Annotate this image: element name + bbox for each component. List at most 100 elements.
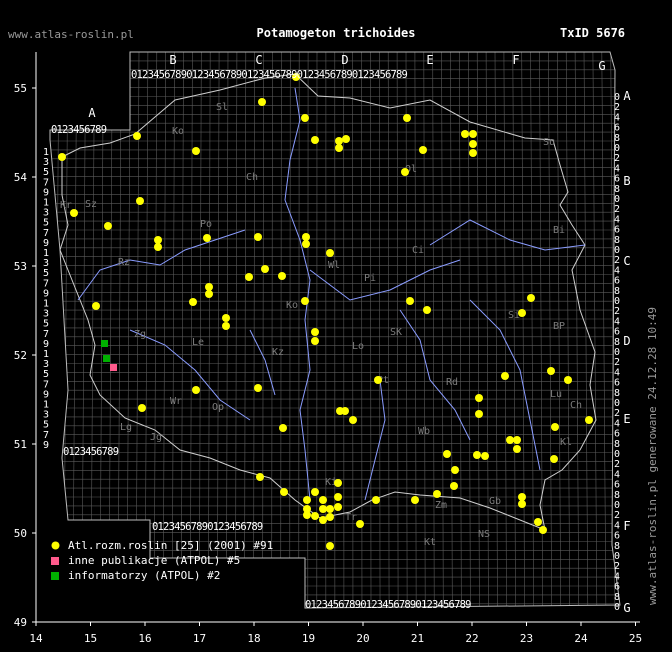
occurrence-dot — [475, 394, 483, 402]
occurrence-dot — [58, 153, 66, 161]
occurrence-dot — [303, 496, 311, 504]
occurrence-dot — [222, 322, 230, 330]
region-label: Ko — [172, 126, 184, 137]
atpol-row-letter: E — [623, 412, 630, 426]
publication-square — [110, 364, 117, 371]
occurrence-dot — [92, 302, 100, 310]
occurrence-dot — [319, 516, 327, 524]
occurrence-dot — [192, 386, 200, 394]
legend-item-publications: inne publikacje (ATPOL) #5 — [48, 553, 273, 568]
y-tick-label: 55 — [14, 82, 27, 95]
occurrence-dot — [203, 234, 211, 242]
occurrence-dot — [475, 410, 483, 418]
occurrence-dot — [189, 298, 197, 306]
occurrence-dot — [349, 416, 357, 424]
occurrence-dot — [461, 130, 469, 138]
atpol-column-letter: D — [341, 53, 348, 67]
atpol-row-letter: F — [623, 519, 630, 533]
occurrence-dot — [311, 488, 319, 496]
region-label: Sl — [216, 102, 228, 113]
region-label: Su — [543, 137, 555, 148]
region-label: Op — [212, 402, 224, 413]
x-tick-label: 15 — [84, 632, 97, 645]
region-label: Wr — [170, 396, 182, 407]
region-label: Bi — [553, 225, 565, 236]
occurrence-dot — [534, 518, 542, 526]
region-label: Zm — [435, 500, 447, 511]
occurrence-dot — [469, 149, 477, 157]
occurrence-dot — [372, 496, 380, 504]
occurrence-dot — [550, 455, 558, 463]
occurrence-dot — [469, 130, 477, 138]
occurrence-dot — [356, 520, 364, 528]
occurrence-dot — [419, 146, 427, 154]
x-tick-label: 14 — [29, 632, 43, 645]
y-tick-label: 50 — [14, 527, 27, 540]
grid-digits-bottom-c: 012345678901234567890123456789 — [305, 599, 471, 611]
region-label: Pi — [364, 273, 376, 284]
occurrence-dot — [341, 407, 349, 415]
occurrence-dot — [303, 511, 311, 519]
region-label: Zg — [134, 329, 146, 340]
x-tick-label: 23 — [520, 632, 533, 645]
region-label: Jg — [150, 432, 162, 443]
atpol-column-letter: F — [512, 53, 519, 67]
y-tick-label: 53 — [14, 260, 27, 273]
legend-item-literature: Atl.rozm.roslin [25] (2001) #91 — [48, 538, 273, 553]
occurrence-dot — [326, 542, 334, 550]
river-line — [129, 329, 251, 421]
y-tick-label: 52 — [14, 349, 27, 362]
x-tick-label: 24 — [574, 632, 588, 645]
occurrence-dot — [481, 452, 489, 460]
occurrence-dot — [473, 451, 481, 459]
x-tick-label: 25 — [629, 632, 642, 645]
legend-label: Atl.rozm.roslin [25] (2001) #91 — [68, 539, 274, 552]
occurrence-dot — [311, 512, 319, 520]
occurrence-dot — [319, 505, 327, 513]
occurrence-dot — [222, 314, 230, 322]
region-label: Kz — [272, 347, 284, 358]
occurrence-dot — [311, 337, 319, 345]
yellow-dot-icon — [48, 541, 62, 550]
occurrence-dot — [154, 236, 162, 244]
occurrence-dot — [254, 233, 262, 241]
region-label: Po — [200, 219, 212, 230]
region-label: Rd — [446, 377, 458, 388]
x-tick-label: 22 — [465, 632, 478, 645]
occurrence-dot — [506, 436, 514, 444]
pink-square-icon — [48, 556, 62, 565]
atpol-column-letter: E — [426, 53, 433, 67]
occurrence-dot — [335, 137, 343, 145]
y-tick-label: 49 — [14, 616, 27, 629]
occurrence-dot — [334, 503, 342, 511]
region-label: Lu — [550, 389, 562, 400]
river-line — [364, 379, 386, 501]
atpol-row-letter: A — [623, 89, 631, 103]
atpol-row-letter: D — [623, 334, 630, 348]
occurrence-dot — [374, 376, 382, 384]
grid-digits-bottom-b: 01234567890123456789 — [152, 521, 263, 533]
occurrence-dot — [585, 416, 593, 424]
occurrence-dot — [302, 233, 310, 241]
occurrence-dot — [70, 209, 78, 217]
atpol-column-letter: B — [169, 53, 176, 67]
occurrence-dot — [154, 243, 162, 251]
occurrence-dot — [205, 283, 213, 291]
atpol-row-letter: G — [623, 601, 630, 615]
occurrence-dot — [518, 309, 526, 317]
occurrence-dot — [133, 132, 141, 140]
occurrence-dot — [302, 240, 310, 248]
informant-square — [103, 355, 110, 362]
occurrence-dot — [104, 222, 112, 230]
region-label: NS — [478, 529, 490, 540]
y-tick-label: 54 — [14, 171, 28, 184]
region-label: Ko — [286, 300, 298, 311]
region-label: Sz — [85, 199, 97, 210]
legend: Atl.rozm.roslin [25] (2001) #91 inne pub… — [48, 538, 273, 583]
occurrence-dot — [551, 423, 559, 431]
occurrence-dot — [450, 482, 458, 490]
occurrence-dot — [326, 249, 334, 257]
occurrence-dot — [411, 496, 419, 504]
region-label: BP — [553, 321, 565, 332]
informant-square — [101, 340, 108, 347]
